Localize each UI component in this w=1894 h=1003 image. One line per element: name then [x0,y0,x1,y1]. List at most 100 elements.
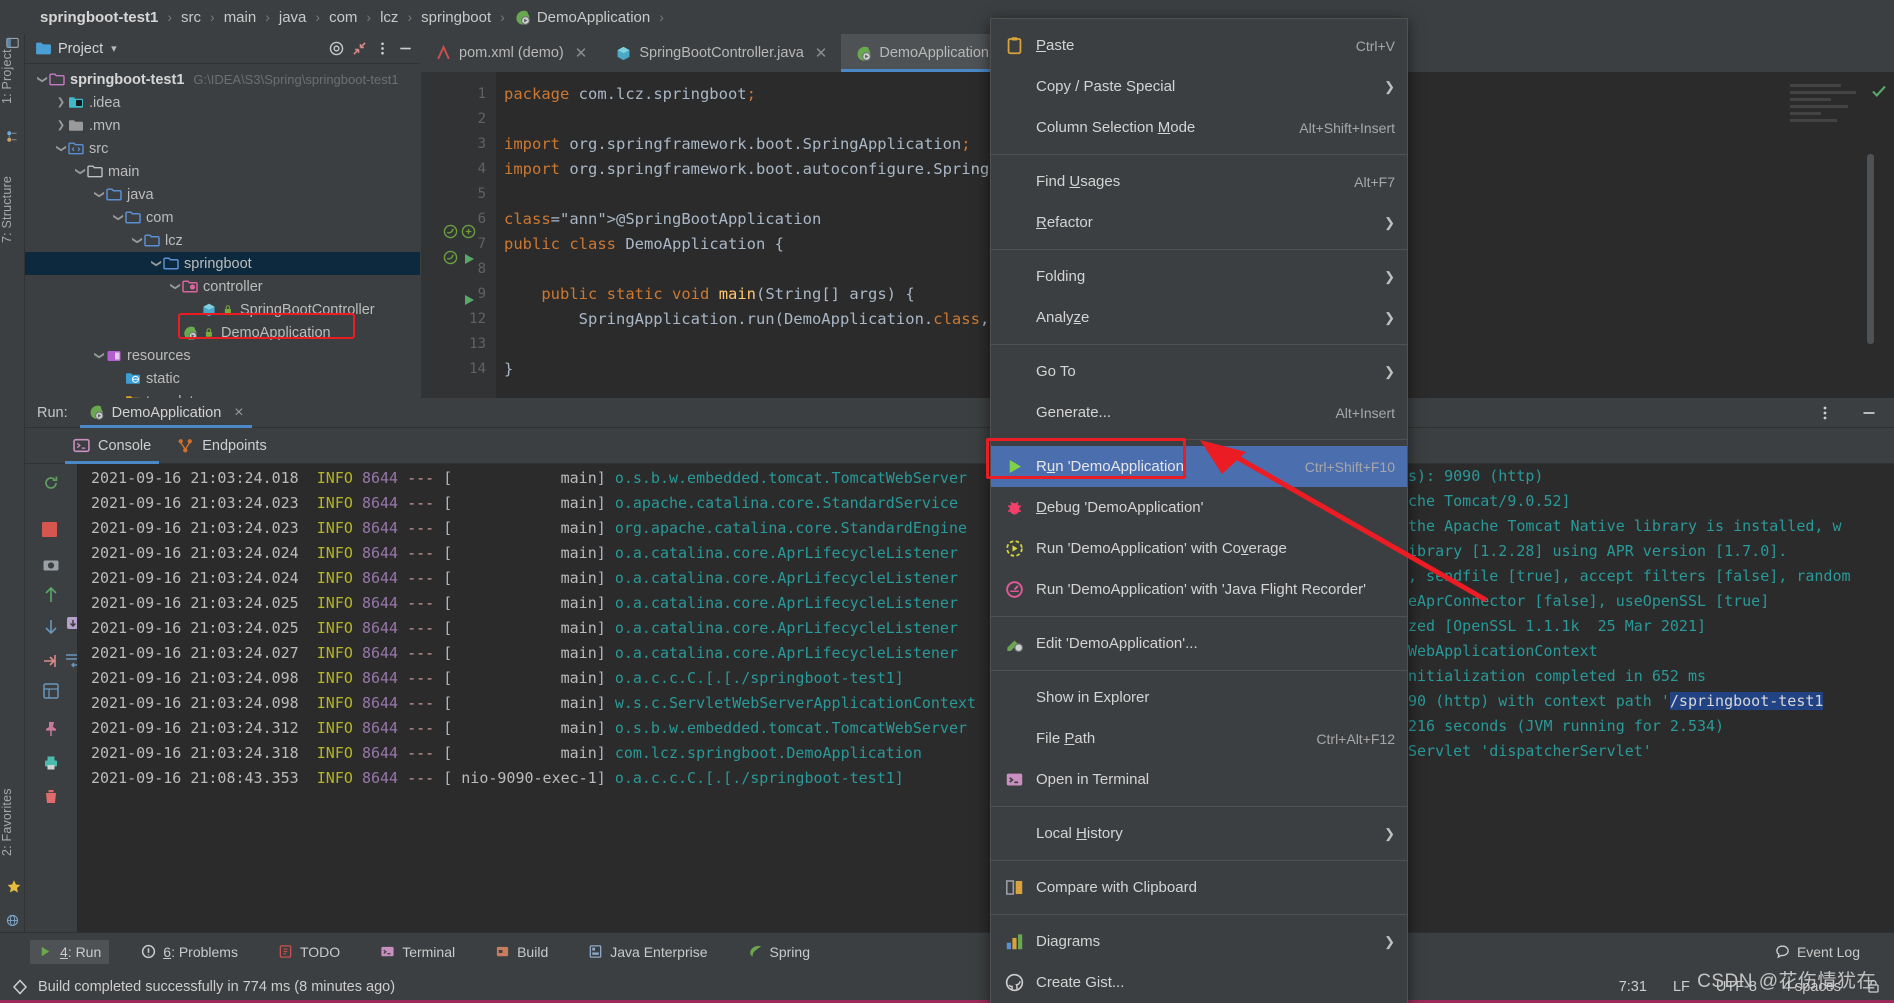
tree-node--mvn[interactable]: ❯ .mvn [25,114,420,137]
pin-icon[interactable] [42,720,60,738]
menu-item-file-path[interactable]: File Path Ctrl+Alt+F12 [991,718,1407,759]
run-tab-demoapplication[interactable]: DemoApplication × [79,398,252,428]
menu-item-debug-demoapplication[interactable]: Debug 'DemoApplication' [991,487,1407,528]
more-options-icon[interactable] [374,40,391,57]
run-gutter-icon[interactable] [461,251,477,267]
run-subtab-console[interactable]: Console [64,437,160,464]
rerun-icon[interactable] [42,474,60,492]
caret-position[interactable]: 7:31 [1619,979,1647,995]
menu-item-folding[interactable]: Folding ❯ [991,256,1407,297]
sidebar-item-favorites[interactable]: 2: Favorites [0,774,25,870]
spring-bean-gutter-icon[interactable] [443,224,458,239]
project-tree[interactable]: ❯ springboot-test1 G:\IDEA\S3\Spring\sprin… [25,64,420,398]
minimize-icon[interactable] [1860,404,1878,422]
menu-item-run-demoapplication-with-coverage[interactable]: Run 'DemoApplication' with Coverage [991,528,1407,569]
tool-window-button-terminal[interactable]: Terminal [372,940,463,964]
tree-node-controller[interactable]: ❯ controller [25,275,420,298]
tree-expand-arrow[interactable]: ❯ [94,349,105,363]
breadcrumb-item-springboot-test1[interactable]: springboot-test1 [36,8,162,27]
tree-expand-arrow[interactable]: ❯ [54,97,68,108]
chevron-down-icon[interactable]: ▾ [111,42,117,55]
breadcrumb-item-java[interactable]: java [275,8,311,27]
collapse-all-icon[interactable] [351,40,368,57]
breadcrumb-item-lcz[interactable]: lcz [376,8,402,27]
tree-node-resources[interactable]: ❯ resources [25,344,420,367]
tree-expand-arrow[interactable]: ❯ [54,120,68,131]
close-icon[interactable]: ✕ [815,44,828,62]
tree-expand-arrow[interactable]: ❯ [151,257,162,271]
tree-expand-arrow[interactable]: ❯ [94,188,105,202]
sidebar-item-structure[interactable]: 7: Structure [0,166,25,252]
menu-item-run-demoapplication-with-java-flight-recorder[interactable]: Run 'DemoApplication' with 'Java Flight … [991,569,1407,610]
menu-item-open-in-terminal[interactable]: Open in Terminal [991,759,1407,800]
breadcrumb-item-demoapplication[interactable]: DemoApplication [510,8,654,27]
exit-icon[interactable] [42,652,60,670]
editor-tab-springbootcontroller-java[interactable]: SpringBootController.java ✕ [601,34,841,72]
tree-expand-arrow[interactable]: ❯ [170,280,181,294]
target-locate-icon[interactable] [328,40,345,57]
file-encoding[interactable]: UTF-8 [1716,979,1757,995]
menu-item-show-in-explorer[interactable]: Show in Explorer [991,677,1407,718]
spring-config-gutter-icon[interactable] [461,224,476,239]
more-options-icon[interactable] [1816,404,1834,422]
menu-item-generate[interactable]: Generate... Alt+Insert [991,392,1407,433]
menu-item-copy-paste-special[interactable]: Copy / Paste Special ❯ [991,66,1407,107]
tree-node-java[interactable]: ❯ java [25,183,420,206]
print-icon[interactable] [42,754,60,772]
tool-window-button-6-problems[interactable]: 6: Problems [133,940,246,964]
menu-item-paste[interactable]: Paste Ctrl+V [991,25,1407,66]
tree-node--idea[interactable]: ❯ .idea [25,91,420,114]
menu-item-diagrams[interactable]: Diagrams ❯ [991,921,1407,962]
menu-item-refactor[interactable]: Refactor ❯ [991,202,1407,243]
menu-item-edit-demoapplication[interactable]: Edit 'DemoApplication'... [991,623,1407,664]
menu-item-run-demoapplication[interactable]: Run 'DemoApplication' Ctrl+Shift+F10 [991,446,1407,487]
editor-context-menu[interactable]: Paste Ctrl+V Copy / Paste Special ❯ Column S… [990,18,1408,1003]
tree-expand-arrow[interactable]: ❯ [37,73,48,87]
tree-node-lcz[interactable]: ❯ lcz [25,229,420,252]
close-icon[interactable]: × [234,404,243,422]
tree-node-demoapplication[interactable]: DemoApplication [25,321,420,344]
menu-item-create-gist[interactable]: Create Gist... [991,962,1407,1003]
event-log-button[interactable]: Event Log [1767,940,1868,964]
tree-node-src[interactable]: ❯ src [25,137,420,160]
line-separator[interactable]: LF [1673,979,1690,995]
tree-expand-arrow[interactable]: ❯ [75,165,86,179]
sidebar-item-project[interactable]: 1: Project [0,38,25,116]
breadcrumb-item-springboot[interactable]: springboot [417,8,495,27]
run-subtab-endpoints[interactable]: Endpoints [177,437,267,454]
menu-item-analyze[interactable]: Analyze ❯ [991,297,1407,338]
tree-node-springbootcontroller[interactable]: SpringBootController [25,298,420,321]
close-icon[interactable]: ✕ [575,44,588,62]
menu-item-go-to[interactable]: Go To ❯ [991,351,1407,392]
tree-node-com[interactable]: ❯ com [25,206,420,229]
hide-panel-icon[interactable] [397,40,414,57]
tool-window-button-4-run[interactable]: 4: Run [30,939,110,964]
grid-icon[interactable] [42,682,60,700]
spring-bean-gutter-icon[interactable] [443,250,458,265]
scroll-down-icon[interactable] [42,618,60,636]
thread-dump-icon[interactable] [42,586,60,604]
menu-item-local-history[interactable]: Local History ❯ [991,813,1407,854]
breadcrumb-item-com[interactable]: com [325,8,361,27]
indent-setting[interactable]: 4 spaces [1783,979,1841,995]
tool-window-button-build[interactable]: Build [487,940,556,964]
tree-node-static[interactable]: static [25,367,420,390]
menu-item-compare-with-clipboard[interactable]: Compare with Clipboard [991,867,1407,908]
tool-window-button-spring[interactable]: Spring [740,940,818,964]
inspection-ok-icon[interactable] [1870,82,1888,100]
breadcrumb-item-src[interactable]: src [177,8,205,27]
breadcrumb-item-main[interactable]: main [220,8,261,27]
run-gutter-icon[interactable] [461,292,477,308]
editor-scrollbar[interactable] [1867,154,1874,344]
stop-icon[interactable] [42,522,57,537]
tool-window-button-java-enterprise[interactable]: Java Enterprise [580,940,715,964]
tool-window-button-todo[interactable]: TODO [270,940,348,964]
bottom-tool-window-bar[interactable]: 4: Run 6: Problems TODO Terminal Build Java E… [0,932,1894,970]
tree-expand-arrow[interactable]: ❯ [132,234,143,248]
trash-icon[interactable] [42,788,60,806]
camera-icon[interactable] [42,556,60,574]
editor-tab-pom-xml-demo-[interactable]: pom.xml (demo) ✕ [421,34,601,72]
tree-node-main[interactable]: ❯ main [25,160,420,183]
tree-node-springboot[interactable]: ❯ springboot [25,252,420,275]
lock-icon[interactable] [1867,979,1880,994]
